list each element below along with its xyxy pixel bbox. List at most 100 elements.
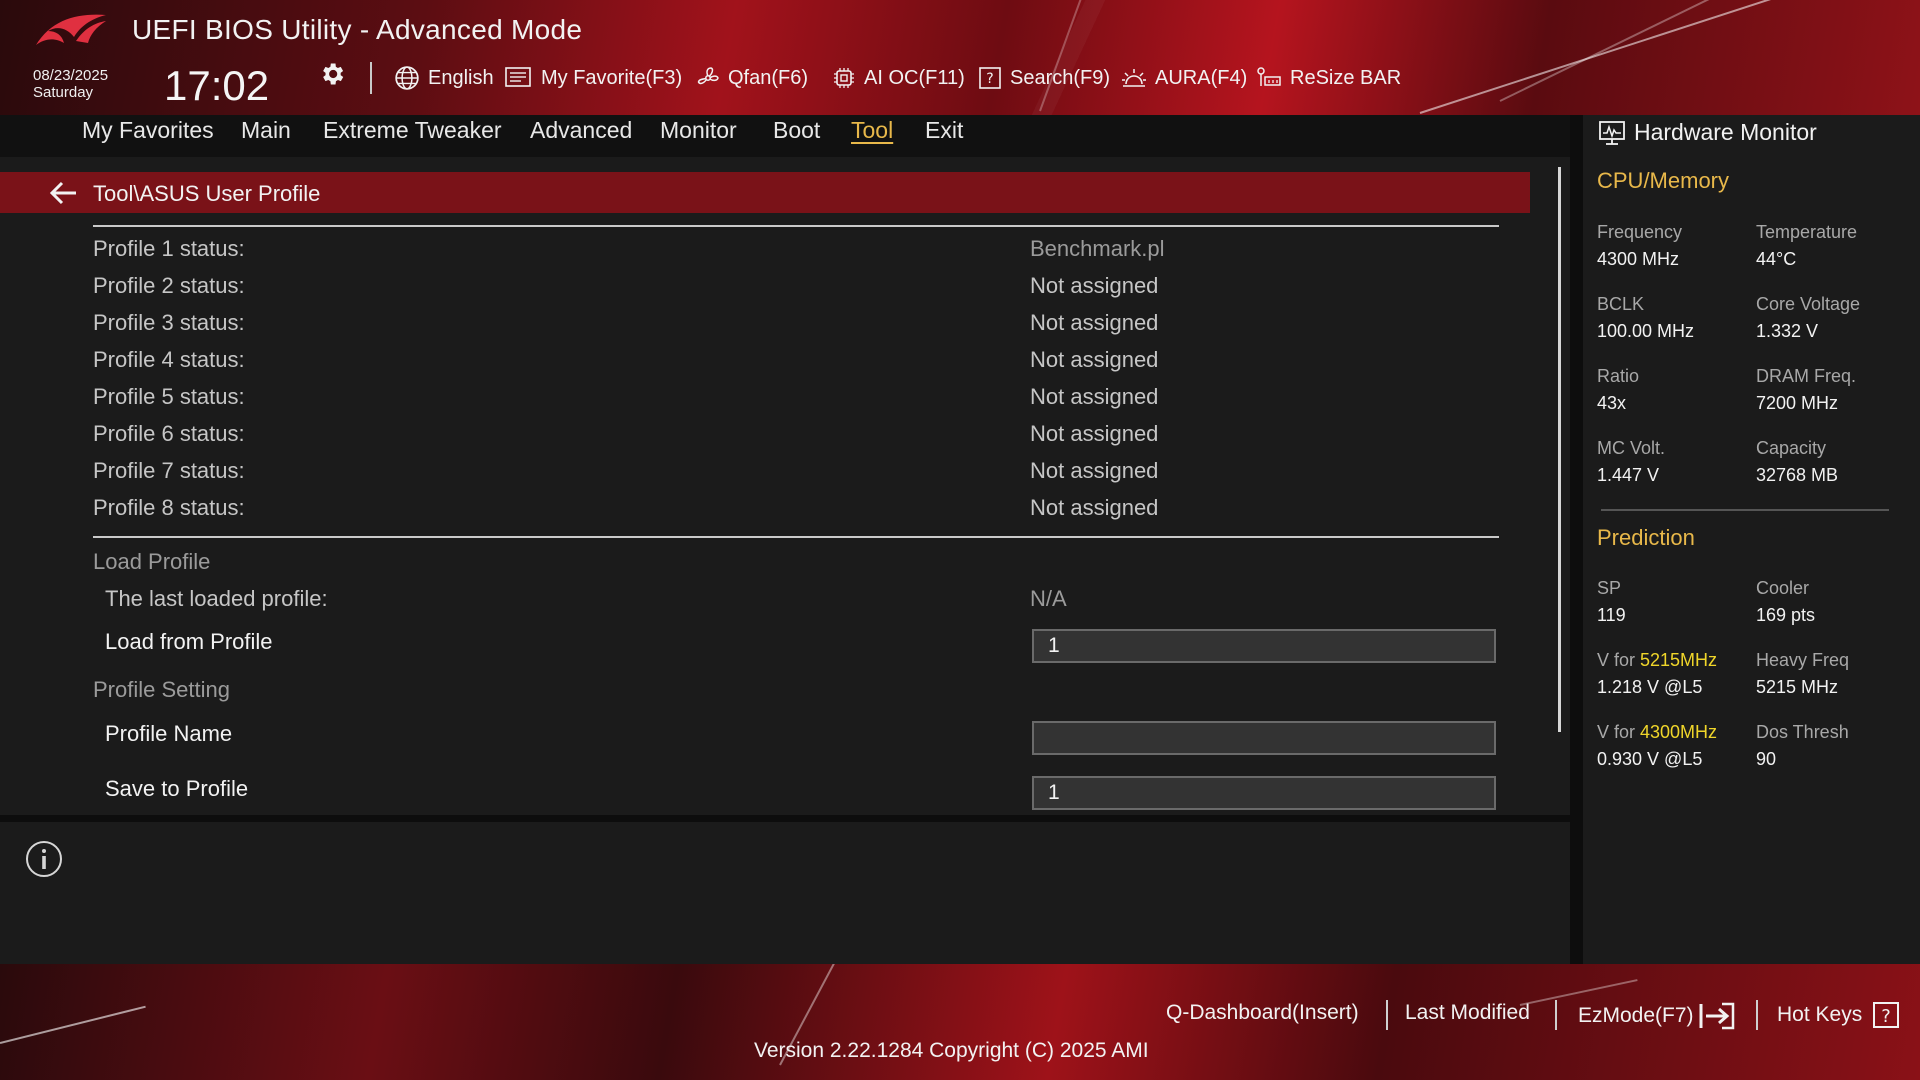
profile-4-status-label: Profile 4 status: bbox=[93, 347, 245, 372]
core-voltage-label: Core Voltage bbox=[1756, 294, 1861, 314]
version-text: Version 2.22.1284 Copyright (C) 2025 AMI bbox=[754, 1039, 1149, 1062]
help-question-icon: ? bbox=[1873, 1002, 1900, 1028]
search-label: Search(F9) bbox=[1010, 66, 1111, 89]
resize-bar-button[interactable]: ReSize BAR bbox=[1256, 62, 1401, 94]
menu-monitor[interactable]: Monitor bbox=[660, 117, 737, 144]
exit-to-ezmode-icon bbox=[1699, 1002, 1734, 1030]
profile-4-status-value: Not assigned bbox=[1030, 347, 1159, 372]
decor-streak bbox=[1499, 0, 1914, 102]
load-from-profile-input[interactable]: 1 bbox=[1032, 629, 1496, 663]
profile-8-status-value: Not assigned bbox=[1030, 495, 1159, 520]
profile-2-status-value: Not assigned bbox=[1030, 273, 1159, 298]
back-arrow-icon[interactable] bbox=[48, 180, 78, 206]
profile-name-input[interactable] bbox=[1032, 721, 1496, 755]
q-dashboard-button[interactable]: Q-Dashboard(Insert) bbox=[1166, 1001, 1359, 1025]
svg-text:?: ? bbox=[1881, 1006, 1891, 1027]
menu-boot[interactable]: Boot bbox=[773, 117, 820, 144]
search-button[interactable]: ? Search(F9) bbox=[978, 62, 1110, 94]
bclk-label: BCLK bbox=[1597, 294, 1645, 314]
heavy-freq-label: Heavy Freq bbox=[1756, 650, 1850, 670]
dram-freq-value: 7200 MHz bbox=[1756, 393, 1839, 413]
hardware-monitor-panel: Hardware Monitor CPU/Memory Frequency 43… bbox=[1583, 115, 1920, 964]
footer-separator bbox=[1386, 1000, 1388, 1030]
search-help-icon: ? bbox=[979, 67, 1001, 89]
footer-separator bbox=[1756, 1000, 1758, 1030]
profile-7-status-label: Profile 7 status: bbox=[93, 458, 245, 483]
weekday-text: Saturday bbox=[33, 84, 94, 101]
info-icon bbox=[26, 841, 62, 877]
cooler-value: 169 pts bbox=[1756, 605, 1816, 625]
prediction-section-title: Prediction bbox=[1597, 525, 1695, 550]
capacity-value: 32768 MB bbox=[1756, 465, 1839, 485]
aura-button[interactable]: AURA(F4) bbox=[1121, 62, 1247, 94]
v-for-prefix: V for bbox=[1597, 650, 1641, 670]
clock[interactable]: 17:02 bbox=[164, 62, 269, 110]
decor-streak bbox=[0, 1005, 146, 1044]
ratio-value: 43x bbox=[1597, 393, 1627, 413]
separator-bar bbox=[0, 815, 1570, 822]
breadcrumb: Tool\ASUS User Profile bbox=[93, 181, 321, 206]
profile-7-status-value: Not assigned bbox=[1030, 458, 1159, 483]
mc-volt-value: 1.447 V bbox=[1597, 465, 1660, 485]
top-bar: UEFI BIOS Utility - Advanced Mode 08/23/… bbox=[0, 0, 1920, 115]
qfan-button[interactable]: Qfan(F6) bbox=[696, 62, 808, 94]
last-modified-button[interactable]: Last Modified bbox=[1405, 1001, 1530, 1025]
language-label: English bbox=[428, 66, 494, 89]
profile-1-status-value: Benchmark.pl bbox=[1030, 236, 1165, 261]
capacity-label: Capacity bbox=[1756, 438, 1827, 458]
date-text: 08/23/2025 bbox=[33, 67, 109, 84]
menu-extreme-tweaker[interactable]: Extreme Tweaker bbox=[323, 117, 502, 144]
ratio-label: Ratio bbox=[1597, 366, 1640, 386]
menu-my-favorites[interactable]: My Favorites bbox=[82, 117, 214, 144]
v-for-freq-1-label: V for 5215MHz bbox=[1597, 650, 1717, 671]
app-title: UEFI BIOS Utility - Advanced Mode bbox=[132, 14, 583, 45]
gear-icon[interactable] bbox=[318, 60, 346, 88]
load-from-profile-label: Load from Profile bbox=[105, 629, 273, 654]
dos-thresh-label: Dos Thresh bbox=[1756, 722, 1849, 742]
ai-oc-button[interactable]: AI OC(F11) bbox=[832, 62, 965, 94]
hot-keys-label: Hot Keys bbox=[1777, 1003, 1863, 1026]
v-for-freq-1-value: 1.218 V @L5 bbox=[1597, 677, 1703, 697]
scrollbar[interactable] bbox=[1558, 167, 1561, 732]
ezmode-button[interactable]: EzMode(F7) bbox=[1578, 1001, 1736, 1031]
resize-bar-icon bbox=[1257, 67, 1281, 86]
menu-exit[interactable]: Exit bbox=[925, 117, 963, 144]
v-for-freq-2-label: V for 4300MHz bbox=[1597, 722, 1717, 743]
profile-3-status-label: Profile 3 status: bbox=[93, 310, 245, 335]
v-for-freq-2: 4300MHz bbox=[1640, 722, 1718, 742]
aura-light-icon bbox=[1122, 69, 1146, 87]
monitor-icon bbox=[1599, 121, 1625, 145]
ai-chip-icon bbox=[834, 68, 854, 88]
my-favorite-button[interactable]: My Favorite(F3) bbox=[505, 62, 682, 94]
load-profile-section-title: Load Profile bbox=[93, 549, 211, 574]
save-to-profile-label: Save to Profile bbox=[105, 776, 249, 801]
decor-streak bbox=[1039, 0, 1089, 112]
help-info-panel bbox=[0, 822, 1570, 964]
hardware-monitor-title: Hardware Monitor bbox=[1634, 119, 1817, 145]
panel-gap bbox=[1570, 115, 1583, 964]
last-loaded-profile-label: The last loaded profile: bbox=[105, 586, 328, 611]
dos-thresh-value: 90 bbox=[1756, 749, 1777, 769]
language-button[interactable]: English bbox=[394, 62, 494, 94]
menu-main[interactable]: Main bbox=[241, 117, 291, 144]
aura-label: AURA(F4) bbox=[1155, 66, 1248, 89]
my-favorite-label: My Favorite(F3) bbox=[541, 66, 683, 89]
globe-icon bbox=[395, 66, 419, 90]
dram-freq-label: DRAM Freq. bbox=[1756, 366, 1857, 386]
save-to-profile-input[interactable]: 1 bbox=[1032, 776, 1496, 810]
ai-oc-label: AI OC(F11) bbox=[864, 66, 965, 89]
main-menu-bar: My Favorites Main Extreme Tweaker Advanc… bbox=[0, 115, 1570, 157]
menu-advanced[interactable]: Advanced bbox=[530, 117, 632, 144]
profile-1-status-label: Profile 1 status: bbox=[93, 236, 245, 261]
hot-keys-button[interactable]: Hot Keys ? bbox=[1777, 1001, 1900, 1029]
profile-5-status-value: Not assigned bbox=[1030, 384, 1159, 409]
temperature-value: 44°C bbox=[1756, 249, 1797, 269]
v-for-freq-2-value: 0.930 V @L5 bbox=[1597, 749, 1703, 769]
profile-setting-section-title: Profile Setting bbox=[93, 677, 230, 702]
sp-label: SP bbox=[1597, 578, 1622, 598]
sp-value: 119 bbox=[1597, 605, 1626, 625]
menu-tool[interactable]: Tool bbox=[851, 117, 893, 144]
frequency-label: Frequency bbox=[1597, 222, 1683, 242]
hw-divider bbox=[1601, 509, 1889, 511]
profile-name-label: Profile Name bbox=[105, 721, 233, 746]
